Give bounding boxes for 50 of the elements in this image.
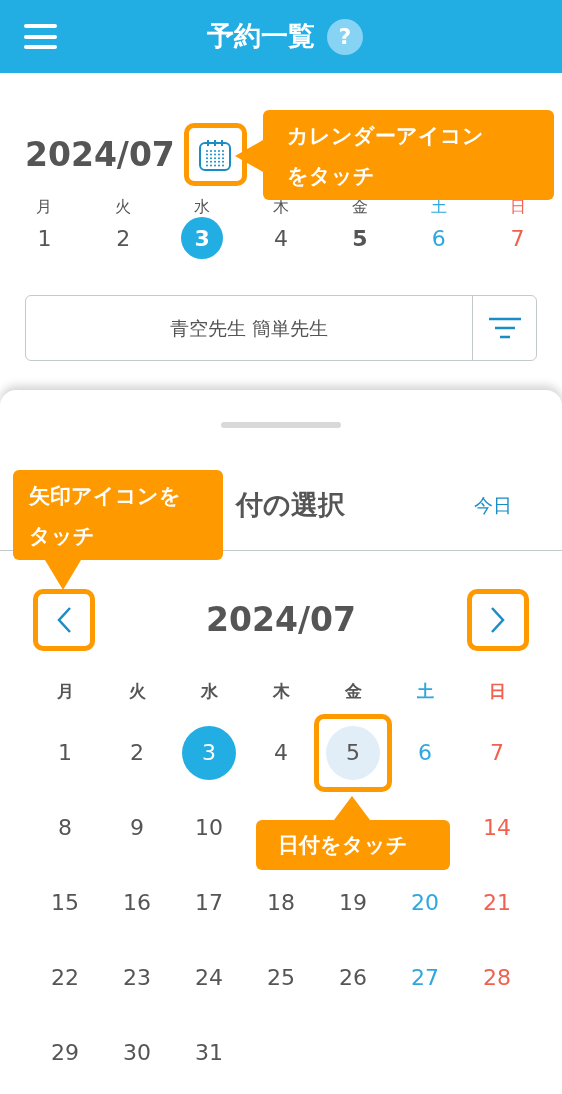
callout-text: 日付をタッチ — [278, 832, 409, 859]
date-button[interactable]: 18 — [254, 875, 308, 930]
today-button[interactable]: 今日 — [474, 491, 512, 520]
weekday-label: 木 — [272, 680, 290, 704]
date-button[interactable]: 4 — [260, 217, 302, 259]
callout-text: 矢印アイコンをタッチ — [29, 483, 182, 550]
date-button[interactable]: 15 — [38, 875, 92, 930]
date-button[interactable]: 2 — [102, 217, 145, 259]
date-button[interactable]: 25 — [254, 950, 308, 1005]
callout-text: カレンダーアイコンをタッチ — [287, 123, 485, 190]
date-button[interactable]: 1 — [23, 217, 66, 259]
weekday-label: 土 — [416, 680, 434, 704]
weekday-label: 木 — [273, 196, 289, 218]
date-button[interactable]: 24 — [182, 950, 236, 1005]
weekday-label: 火 — [115, 196, 132, 218]
page-title: 予約一覧 — [207, 19, 315, 54]
drag-handle[interactable] — [221, 422, 341, 428]
date-button[interactable]: 8 — [38, 800, 92, 855]
date-button[interactable]: 5 — [338, 217, 381, 259]
weekday-label: 日 — [488, 680, 506, 704]
date-button[interactable]: 10 — [182, 800, 236, 855]
date-button[interactable]: 29 — [38, 1025, 92, 1080]
weekday-label: 日 — [509, 196, 526, 218]
date-button[interactable]: 23 — [110, 950, 164, 1005]
date-button[interactable]: 17 — [182, 875, 236, 930]
weekday-label: 水 — [194, 196, 211, 218]
menu-icon[interactable] — [24, 24, 57, 49]
weekday-label: 月 — [36, 196, 53, 218]
weekday-label: 土 — [430, 196, 447, 218]
sheet-title: 付の選択 — [236, 488, 345, 523]
date-button[interactable]: 19 — [326, 875, 380, 930]
weekday-label: 火 — [128, 680, 146, 704]
date-button[interactable]: 1 — [38, 725, 92, 780]
date-button[interactable]: 31 — [182, 1025, 236, 1080]
weekday-label: 水 — [200, 680, 218, 704]
date-button[interactable]: 30 — [110, 1025, 164, 1080]
date-button[interactable]: 22 — [38, 950, 92, 1005]
date-button[interactable]: 26 — [326, 950, 380, 1005]
date-button[interactable]: 5 — [326, 725, 380, 780]
month-label: 2024/07 — [25, 133, 175, 176]
teacher-filter-field[interactable]: 青空先生 簡単先生 — [25, 295, 537, 361]
teacher-names: 青空先生 簡単先生 — [169, 315, 328, 341]
date-button[interactable]: 9 — [110, 800, 164, 855]
weekday-label: 金 — [351, 196, 368, 218]
date-button[interactable]: 4 — [254, 725, 308, 780]
weekday-label: 金 — [344, 680, 362, 704]
weekday-label: 月 — [56, 680, 74, 704]
date-button[interactable]: 16 — [110, 875, 164, 930]
calendar-month: 2024/07 — [205, 599, 357, 642]
date-button[interactable]: 2 — [110, 725, 164, 780]
